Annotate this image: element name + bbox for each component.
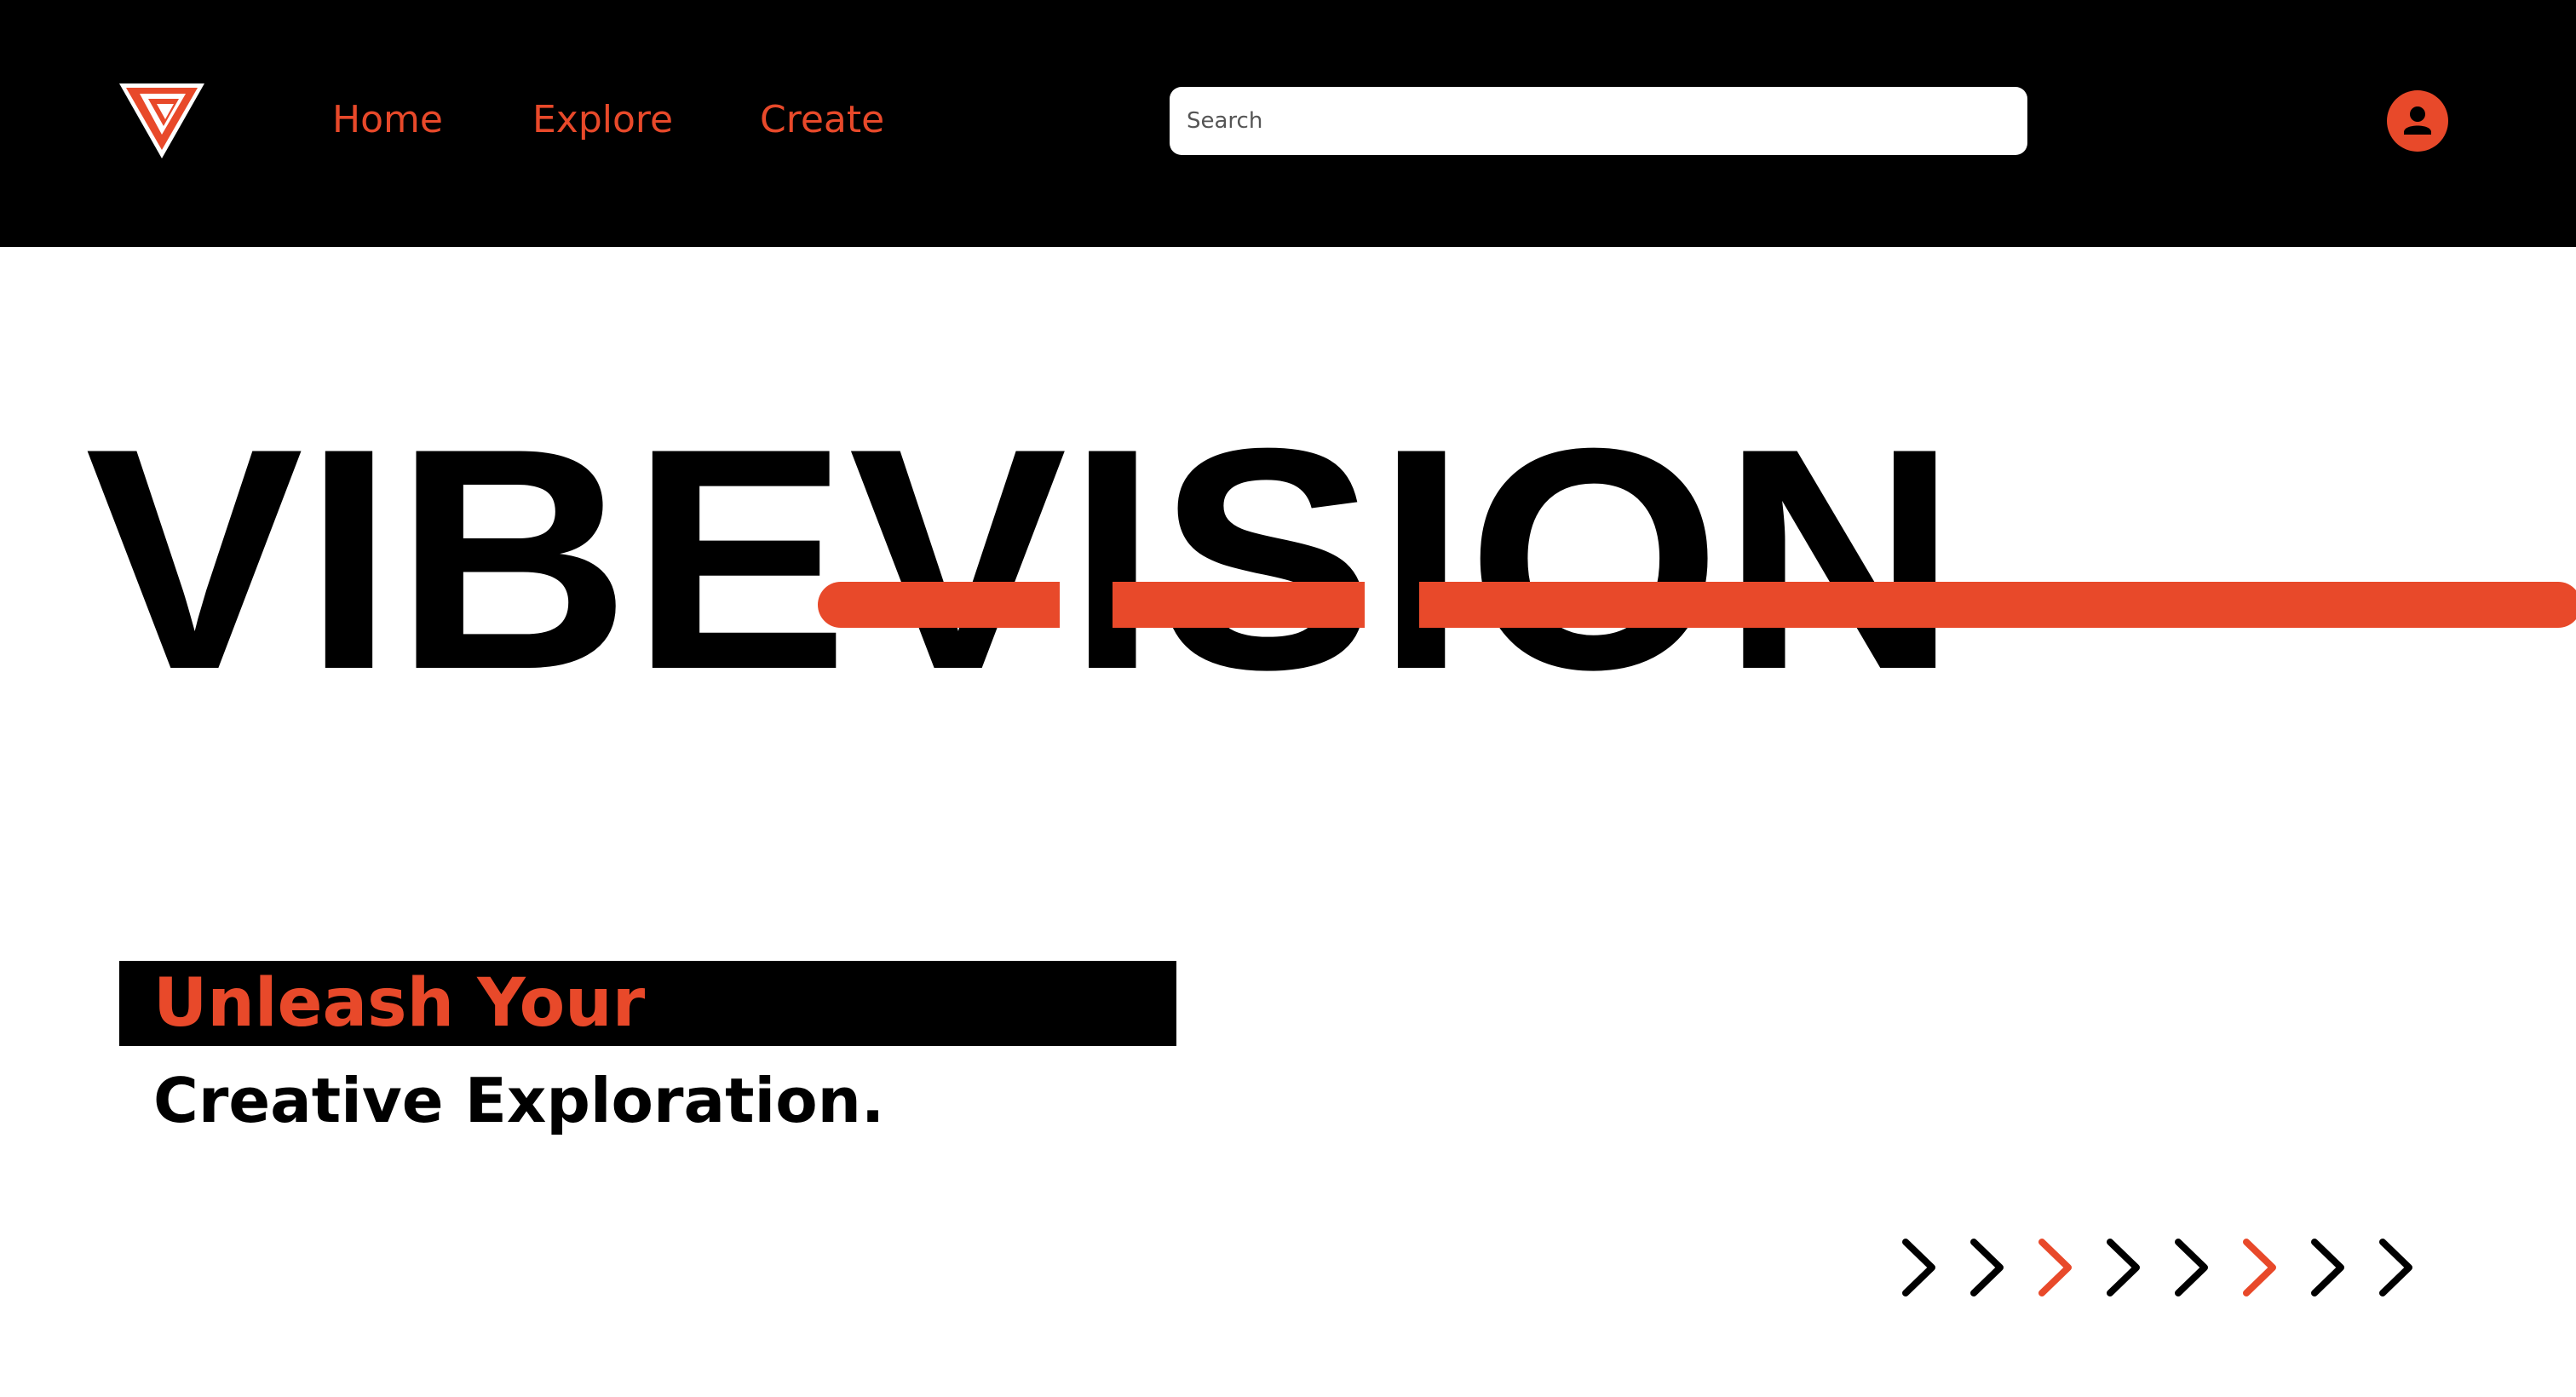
chevron-right-icon xyxy=(2375,1237,2418,1298)
chevron-right-icon xyxy=(2034,1237,2077,1298)
wordmark-graphic: VIBEVISION xyxy=(85,409,2576,716)
nav-link-explore[interactable]: Explore xyxy=(532,92,673,148)
wordmark-text: VIBEVISION xyxy=(85,409,1958,716)
user-avatar-icon[interactable] xyxy=(2387,90,2448,152)
top-navigation-bar: Home Explore Create xyxy=(0,0,2576,247)
hero-wordmark: VIBEVISION xyxy=(0,409,2576,716)
chevron-right-icon xyxy=(2102,1237,2145,1298)
search-input[interactable] xyxy=(1170,87,2027,155)
chevron-right-icon xyxy=(1898,1237,1941,1298)
chevron-right-icon xyxy=(1966,1237,2009,1298)
nav-link-create[interactable]: Create xyxy=(760,92,884,148)
nav-link-home[interactable]: Home xyxy=(332,92,443,148)
tagline-line-2: Creative Exploration. xyxy=(153,1065,885,1136)
chevron-right-icon xyxy=(2307,1237,2349,1298)
chevron-right-icon xyxy=(2239,1237,2281,1298)
tagline-line-1: Unleash Your xyxy=(153,965,646,1042)
triangle-v-logo-icon[interactable] xyxy=(118,82,206,160)
strike-bar xyxy=(818,582,2576,628)
chevron-row xyxy=(1898,1237,2426,1298)
chevron-right-icon xyxy=(2171,1237,2213,1298)
landing-page: Home Explore Create VIBEVISION xyxy=(0,0,2576,1397)
